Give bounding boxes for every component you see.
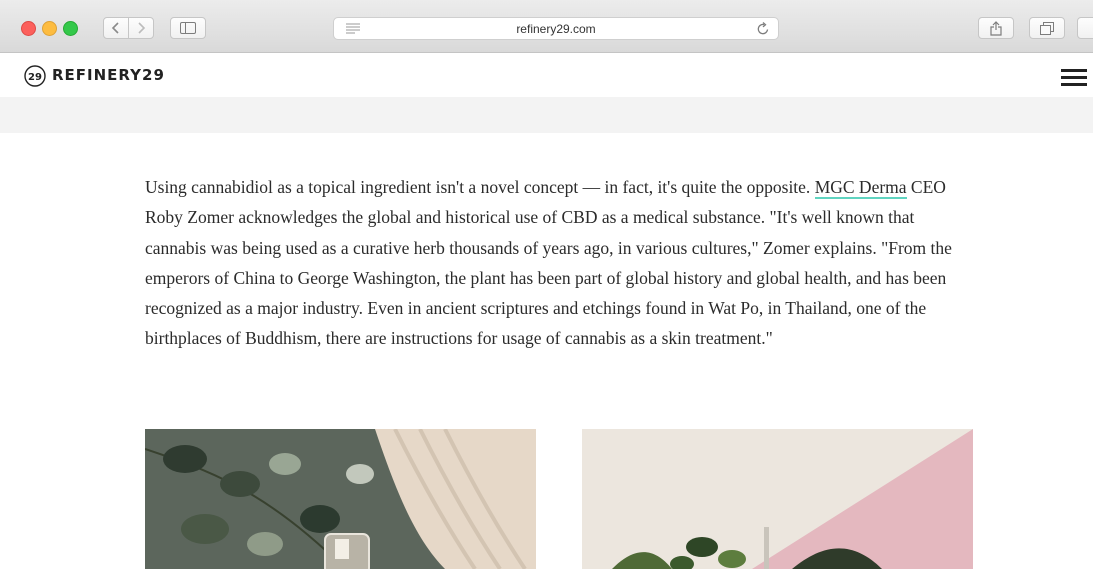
back-icon [111,22,119,34]
tabs-icon [1040,21,1054,35]
mgc-derma-link[interactable]: MGC Derma [814,177,907,199]
back-button[interactable] [103,17,129,39]
eucalyptus-photo [145,429,536,569]
minimize-window-button[interactable] [42,21,57,36]
new-tab-button[interactable] [1077,17,1093,39]
article-image-eucalyptus [145,429,536,569]
address-bar[interactable]: refinery29.com [333,17,779,40]
site-logo-text[interactable]: REFINERY29 [52,66,165,84]
svg-text:29: 29 [28,72,42,83]
plant-photo [582,429,973,569]
browser-toolbar: refinery29.com [0,0,1093,53]
share-button[interactable] [978,17,1014,39]
reload-icon[interactable] [756,21,770,36]
article-image-plant [582,429,973,569]
site-header: 29 REFINERY29 [0,53,1093,97]
article-text-body: CEO Roby Zomer acknowledges the global a… [145,177,952,349]
url-text: refinery29.com [516,22,596,36]
article-paragraph: Using cannabidiol as a topical ingredien… [145,172,975,354]
hamburger-menu-icon[interactable] [1061,69,1087,87]
close-window-button[interactable] [21,21,36,36]
article-text-intro: Using cannabidiol as a topical ingredien… [145,177,811,197]
sidebar-button[interactable] [170,17,206,39]
share-icon [990,20,1002,36]
forward-icon [138,22,146,34]
show-tabs-button[interactable] [1029,17,1065,39]
forward-button[interactable] [128,17,154,39]
sidebar-icon [180,22,196,34]
header-spacer-strip [0,97,1093,133]
refinery29-logo-icon[interactable]: 29 [24,65,46,87]
zoom-window-button[interactable] [63,21,78,36]
